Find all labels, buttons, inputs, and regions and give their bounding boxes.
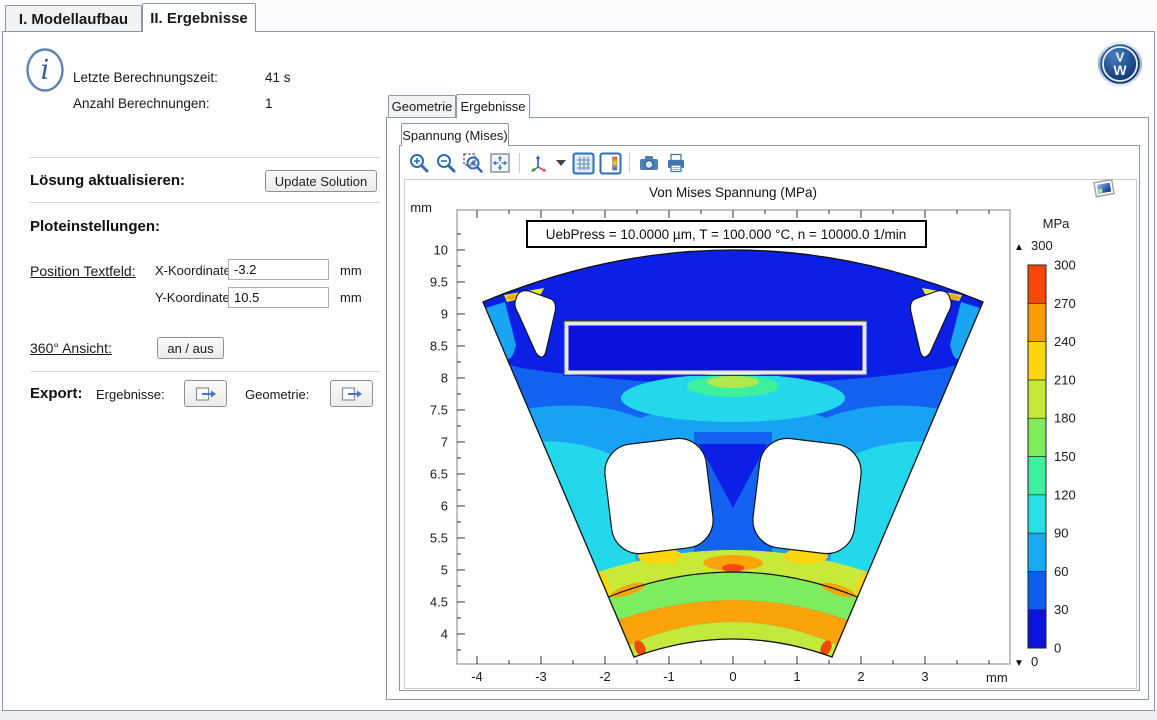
position-textfield-label: Position Textfeld:: [30, 263, 136, 279]
svg-text:i: i: [41, 55, 50, 86]
zoom-in-icon[interactable]: [407, 151, 431, 175]
tab-ergebnisse-label: II. Ergebnisse: [150, 10, 248, 27]
x-coordinate-label: X-Koordinate:: [155, 263, 235, 278]
svg-text:30: 30: [1054, 602, 1068, 617]
svg-text:0: 0: [729, 669, 736, 684]
x-coordinate-input[interactable]: [228, 259, 329, 280]
y-axis-unit: mm: [410, 200, 432, 215]
toolbar-separator: [519, 153, 520, 173]
parameter-annotation: UebPress = 10.0000 µm, T = 100.000 °C, n…: [527, 221, 926, 247]
tab-spannung-mises-label: Spannung (Mises): [402, 128, 508, 143]
svg-text:8: 8: [441, 371, 448, 386]
computation-count-label: Anzahl Berechnungen:: [73, 96, 210, 111]
plot-toolbar: [407, 150, 688, 176]
tab-modellaufbau[interactable]: I. Modellaufbau: [5, 5, 142, 32]
export-heading: Export:: [30, 385, 83, 402]
tab-results[interactable]: Ergebnisse: [456, 94, 530, 118]
svg-text:210: 210: [1054, 372, 1076, 387]
computation-count-value: 1: [265, 96, 273, 111]
window-bottom-edge: [0, 711, 1157, 720]
snapshot-camera-icon[interactable]: [637, 151, 661, 175]
print-icon[interactable]: [664, 151, 688, 175]
grid-toggle-icon[interactable]: [571, 151, 595, 175]
svg-text:300: 300: [1054, 258, 1076, 273]
svg-text:4: 4: [441, 627, 448, 642]
info-icon: i: [25, 47, 65, 93]
colorbar-min-marker: 0: [1031, 654, 1038, 669]
svg-text:4.5: 4.5: [430, 595, 448, 610]
view-360-label: 360° Ansicht:: [30, 340, 112, 356]
application-window: I. Modellaufbau II. Ergebnisse i Letzte …: [0, 0, 1157, 720]
svg-text:1: 1: [793, 669, 800, 684]
svg-text:6: 6: [441, 499, 448, 514]
export-geometry-button[interactable]: [330, 380, 373, 407]
svg-text:10: 10: [434, 243, 448, 258]
svg-text:5: 5: [441, 563, 448, 578]
colorbar-unit: MPa: [1043, 216, 1071, 231]
svg-text:W: W: [1113, 62, 1127, 78]
x-axis-unit: mm: [986, 670, 1008, 685]
svg-text:270: 270: [1054, 296, 1076, 311]
svg-text:-3: -3: [535, 669, 547, 684]
svg-text:3: 3: [921, 669, 928, 684]
tab-modellaufbau-label: I. Modellaufbau: [19, 11, 128, 28]
svg-text:60: 60: [1054, 564, 1068, 579]
y-coordinate-input[interactable]: [228, 287, 329, 308]
svg-text:90: 90: [1054, 526, 1068, 541]
export-results-label: Ergebnisse:: [96, 387, 165, 402]
zoom-out-icon[interactable]: [434, 151, 458, 175]
y-coordinate-unit: mm: [340, 290, 362, 305]
svg-text:6.5: 6.5: [430, 467, 448, 482]
svg-text:150: 150: [1054, 449, 1076, 464]
svg-text:7.5: 7.5: [430, 403, 448, 418]
last-computation-label: Letzte Berechnungszeit:: [73, 70, 218, 85]
tab-geometrie-label: Geometrie: [392, 99, 453, 114]
colorbar-max-marker: 300: [1031, 238, 1053, 253]
orientation-dropdown-caret[interactable]: [554, 151, 568, 175]
export-icon: [341, 386, 363, 402]
section-divider: [30, 371, 380, 372]
svg-text:9.5: 9.5: [430, 275, 448, 290]
y-coordinate-label: Y-Koordinate:: [155, 290, 233, 305]
last-computation-value: 41 s: [265, 70, 291, 85]
update-solution-button[interactable]: Update Solution: [265, 170, 377, 192]
svg-text:2: 2: [857, 669, 864, 684]
tab-ergebnisse[interactable]: II. Ergebnisse: [142, 3, 256, 32]
export-icon: [195, 386, 217, 402]
x-coordinate-unit: mm: [340, 263, 362, 278]
svg-text:180: 180: [1054, 411, 1076, 426]
svg-text:7: 7: [441, 435, 448, 450]
vw-logo: V W: [1098, 42, 1142, 86]
tab-spannung-mises[interactable]: Spannung (Mises): [401, 123, 509, 146]
zoom-box-icon[interactable]: [461, 151, 485, 175]
parameter-annotation-text: UebPress = 10.0000 µm, T = 100.000 °C, n…: [546, 227, 907, 242]
zoom-extents-icon[interactable]: [488, 151, 512, 175]
colorbar-min-marker-icon: ▼: [1014, 658, 1024, 669]
svg-text:120: 120: [1054, 487, 1076, 502]
svg-text:8.5: 8.5: [430, 339, 448, 354]
svg-text:9: 9: [441, 307, 448, 322]
update-solution-heading: Lösung aktualisieren:: [30, 172, 185, 189]
section-divider: [30, 202, 380, 203]
svg-text:-2: -2: [599, 669, 611, 684]
svg-text:240: 240: [1054, 334, 1076, 349]
svg-text:0: 0: [1054, 641, 1061, 656]
toolbar-separator: [629, 153, 630, 173]
export-geometry-label: Geometrie:: [245, 387, 309, 402]
colorbar-max-marker-icon: ▲: [1014, 242, 1024, 253]
colorbar: 0 30 60 90 120 150 180 210 240 270 300: [1028, 258, 1076, 656]
export-results-button[interactable]: [184, 380, 227, 407]
section-divider: [30, 157, 380, 158]
plot-settings-heading: Ploteinstellungen:: [30, 218, 160, 235]
tab-results-label: Ergebnisse: [460, 99, 525, 114]
orientation-3d-icon[interactable]: [527, 151, 551, 175]
svg-text:-1: -1: [663, 669, 675, 684]
plot-title: Von Mises Spannung (MPa): [649, 185, 817, 200]
tab-geometrie[interactable]: Geometrie: [388, 95, 456, 117]
svg-text:5.5: 5.5: [430, 531, 448, 546]
svg-text:-4: -4: [471, 669, 483, 684]
stress-plot[interactable]: Von Mises Spannung (MPa) mm mm -4 -3 -2 -1 0…: [405, 180, 1136, 688]
view-360-toggle-button[interactable]: an / aus: [157, 337, 224, 359]
legend-toggle-icon[interactable]: [598, 151, 622, 175]
